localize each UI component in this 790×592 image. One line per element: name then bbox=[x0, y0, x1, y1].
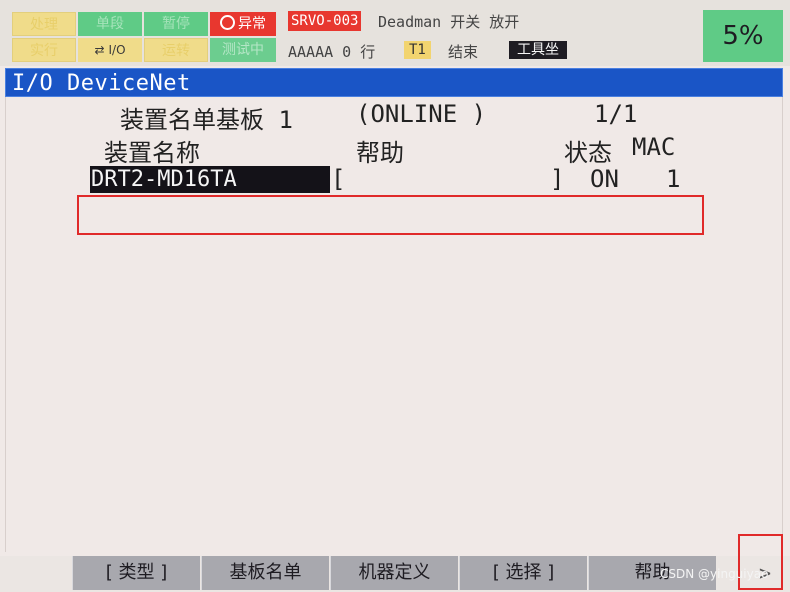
help-bracket-close: ] bbox=[550, 165, 565, 193]
status-fault-label: 异常 bbox=[238, 16, 266, 32]
override-display[interactable]: 5% bbox=[703, 10, 783, 62]
fkey-select-button[interactable]: [ 选择 ] bbox=[459, 556, 587, 590]
annotation-corner-highlight bbox=[738, 534, 783, 590]
run-state: 结束 bbox=[448, 43, 479, 61]
mode-badge: T1 bbox=[404, 41, 431, 59]
status-step: 单段 bbox=[78, 12, 142, 36]
status-run: 实行 bbox=[12, 38, 76, 62]
io-arrows-icon: ⇄ bbox=[94, 43, 105, 57]
device-list-panel: 装置名单基板 1 (ONLINE ) 1/1 装置名称 帮助 状态 MAC DR… bbox=[5, 97, 783, 552]
column-header-help: 帮助 bbox=[356, 139, 404, 167]
column-header-status: 状态 bbox=[564, 139, 612, 167]
program-line: AAAAA 0 行 bbox=[288, 43, 376, 61]
help-bracket-open: [ bbox=[331, 165, 346, 193]
alarm-message: Deadman 开关 放开 bbox=[378, 13, 520, 31]
coord-badge: 工具坐 bbox=[509, 41, 567, 59]
status-fault: 异常 bbox=[210, 12, 276, 36]
status-prod: 运转 bbox=[144, 38, 208, 62]
board-state: (ONLINE ) bbox=[356, 100, 487, 128]
board-label: 装置名单基板 1 bbox=[120, 106, 293, 134]
column-header-name: 装置名称 bbox=[104, 139, 200, 167]
fault-circle-icon bbox=[220, 15, 235, 30]
screen-title-bar: I/O DeviceNet bbox=[5, 68, 783, 97]
status-busy: 处理 bbox=[12, 12, 76, 36]
fkey-type-button[interactable]: [ 类型 ] bbox=[72, 556, 200, 590]
status-io: ⇄ I/O bbox=[78, 38, 142, 62]
status-io-label: I/O bbox=[108, 43, 126, 57]
screen-title: I/O DeviceNet bbox=[12, 71, 191, 96]
alarm-code: SRVO-003 bbox=[288, 11, 362, 31]
page-indicator: 1/1 bbox=[594, 100, 638, 128]
message-area: SRVO-003 Deadman 开关 放开 AAAAA 0 行 T1 结束 工… bbox=[284, 8, 698, 63]
device-mac-value: 1 bbox=[666, 165, 681, 193]
status-test: 测试中 bbox=[210, 38, 276, 62]
status-hold: 暂停 bbox=[144, 12, 208, 36]
fkey-board-list-button[interactable]: 基板名单 bbox=[201, 556, 329, 590]
status-panel: 处理 单段 暂停 异常 实行 ⇄ I/O 运转 测试中 SRVO-003 Dead… bbox=[0, 0, 790, 66]
watermark: CSDN @yinguiyao bbox=[660, 567, 769, 581]
device-name-cell[interactable]: DRT2-MD16TA bbox=[90, 166, 330, 193]
device-status-value[interactable]: ON bbox=[590, 165, 619, 193]
annotation-highlight-box bbox=[77, 195, 704, 235]
fkey-device-define-button[interactable]: 机器定义 bbox=[330, 556, 458, 590]
column-header-mac: MAC bbox=[632, 133, 676, 161]
